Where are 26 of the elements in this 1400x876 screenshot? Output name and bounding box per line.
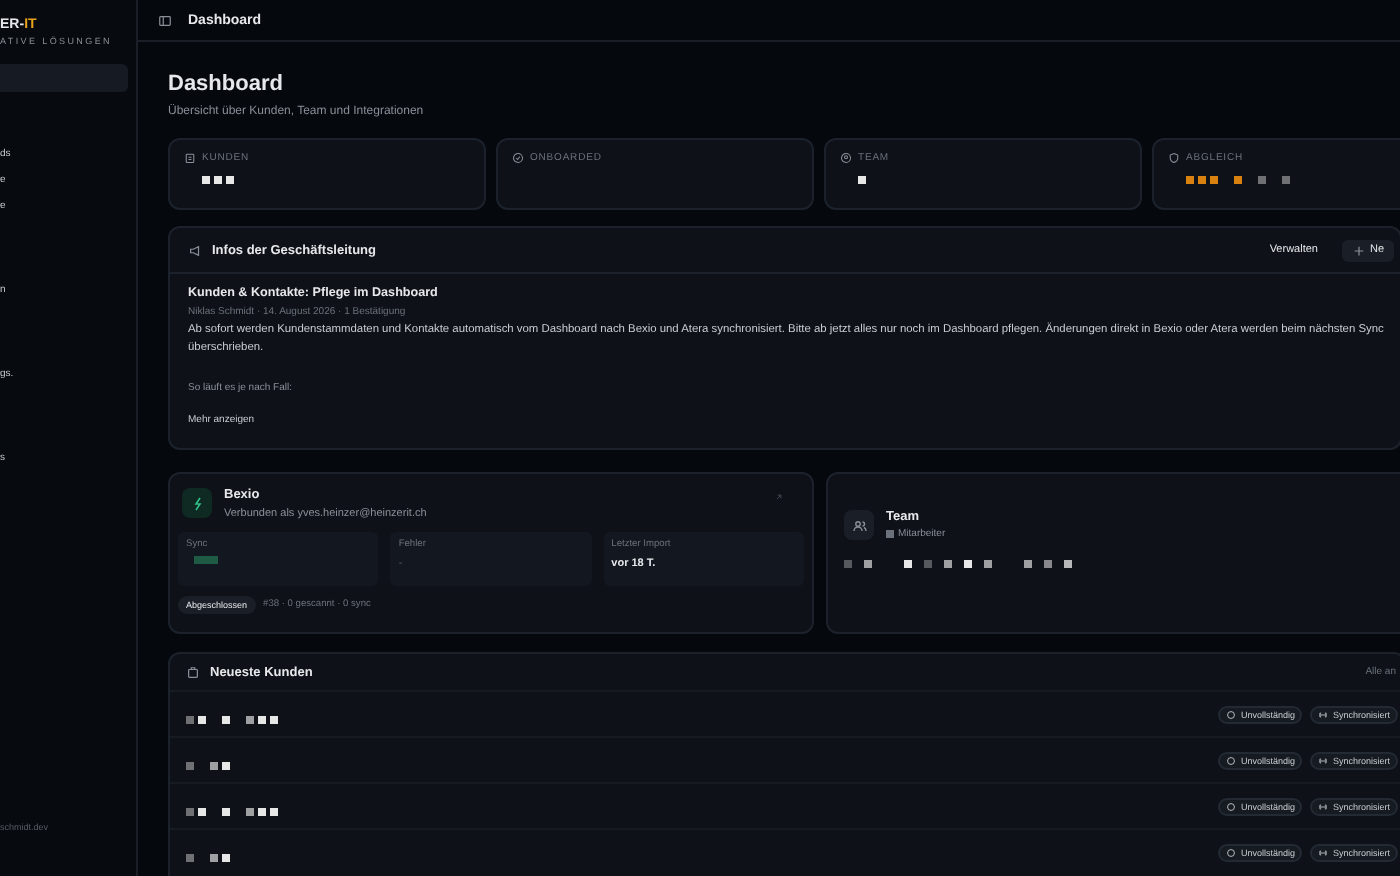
external-link-icon[interactable] <box>774 492 784 502</box>
circle-icon <box>1226 847 1237 857</box>
pixelated-block <box>858 176 866 184</box>
link-icon <box>1318 709 1329 719</box>
megaphone-icon <box>188 243 202 257</box>
link-icon <box>1318 801 1329 811</box>
pixelated-block <box>186 854 230 862</box>
people-icon <box>851 517 867 533</box>
pixelated-block <box>186 716 278 724</box>
pixelated-block <box>1186 176 1290 184</box>
check-circle-icon <box>512 152 524 164</box>
pixelated-block <box>194 556 218 564</box>
link-icon <box>1318 847 1329 857</box>
pixelated-block <box>186 808 278 816</box>
circle-icon <box>1226 709 1237 719</box>
sidebar-toggle-icon <box>158 13 172 27</box>
plus-icon <box>1351 243 1366 257</box>
circle-icon <box>1226 755 1237 765</box>
person-circle-icon <box>840 152 852 164</box>
shield-icon <box>1168 152 1180 164</box>
pixelated-block <box>186 762 230 770</box>
pixelated-block <box>886 530 894 538</box>
page-title: Dashboard <box>168 72 285 96</box>
circle-icon <box>1226 801 1237 811</box>
pixelated-block <box>202 176 234 184</box>
link-icon <box>1318 755 1329 765</box>
